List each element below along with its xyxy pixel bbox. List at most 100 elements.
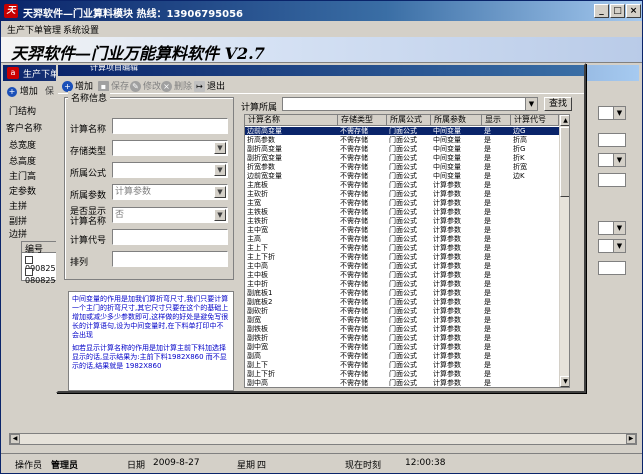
grid-row[interactable]: 副底板1 不需存储 门面公式 计算参数 是 <box>245 289 561 297</box>
grid-cell: 不需存储 <box>340 226 368 234</box>
column-header[interactable]: 存储类型 <box>338 115 387 126</box>
grid-row[interactable]: 主中板 不需存储 门面公式 计算参数 是 <box>245 271 561 279</box>
grid-row[interactable]: 边前高变量 不需存储 门面公式 中间变量 是 边G <box>245 127 561 135</box>
edit-button[interactable]: ✎ 修改 <box>130 79 161 92</box>
dropdown-arrow-icon[interactable]: ▼ <box>525 98 537 110</box>
grid-cell: 门面公式 <box>389 280 417 288</box>
search-button[interactable]: 查找 <box>544 97 572 111</box>
grid-row[interactable]: 副中宽 不需存储 门面公式 计算参数 是 <box>245 343 561 351</box>
exit-button[interactable]: ↦ 退出 <box>194 79 225 92</box>
dropdown-arrow-icon[interactable]: ▼ <box>613 107 625 119</box>
grid-row[interactable]: 主上下折 不需存储 门面公式 计算参数 是 <box>245 253 561 261</box>
child-save-button[interactable]: 保 <box>45 84 54 97</box>
right-field[interactable]: ▼ <box>598 239 626 253</box>
grid-row[interactable]: 主底板 不需存储 门面公式 计算参数 是 <box>245 181 561 189</box>
grid-row[interactable]: 主上下 不需存储 门面公式 计算参数 是 <box>245 244 561 252</box>
dropdown-arrow-icon[interactable]: ▼ <box>214 164 226 176</box>
grid-cell: 是 <box>484 154 491 162</box>
grid-cell <box>511 208 559 216</box>
grid-cell: 是 <box>484 217 491 225</box>
dropdown-arrow-icon[interactable]: ▼ <box>613 240 625 252</box>
menu-production-order[interactable]: 生产下单管理 <box>7 23 61 36</box>
row-checkbox[interactable] <box>25 267 33 276</box>
close-icon[interactable]: × <box>626 4 641 18</box>
calc-code-input[interactable] <box>112 229 228 245</box>
dropdown-arrow-icon[interactable]: ▼ <box>613 222 625 234</box>
formula-select[interactable]: ▼ <box>112 162 228 178</box>
right-field[interactable]: ▼ <box>598 221 626 235</box>
grid-row[interactable]: 主宽 不需存储 门面公式 计算参数 是 <box>245 199 561 207</box>
column-header[interactable]: 所属公式 <box>387 115 431 126</box>
row-checkbox[interactable] <box>25 255 33 264</box>
calc-name-input[interactable] <box>112 118 228 134</box>
storage-type-label: 存储类型 <box>70 147 107 157</box>
grid-cell: 副中高 <box>247 379 268 387</box>
grid-cell: 门面公式 <box>389 289 417 297</box>
grid-row[interactable]: 副高 不需存储 门面公式 计算参数 是 <box>245 352 561 360</box>
right-field[interactable] <box>598 173 626 187</box>
grid-row[interactable]: 边前宽变量 不需存储 门面公式 中间变量 是 边K <box>245 172 561 180</box>
order-table: 编号 090825 080825 <box>21 241 61 285</box>
grid-cell: 不需存储 <box>340 262 368 270</box>
column-header[interactable]: 所属参数 <box>431 115 482 126</box>
grid-row[interactable]: 主铁板 不需存储 门面公式 计算参数 是 <box>245 208 561 216</box>
order-table-header: 编号 <box>22 242 60 255</box>
grid-row[interactable]: 折宽参数 不需存储 门面公式 中间变量 是 折宽 <box>245 163 561 171</box>
dropdown-arrow-icon[interactable]: ▼ <box>613 154 625 166</box>
grid-row[interactable]: 主砍折 不需存储 门面公式 计算参数 是 <box>245 190 561 198</box>
right-field[interactable] <box>598 261 626 275</box>
search-select[interactable]: ▼ <box>282 97 538 111</box>
table-row[interactable]: 080825 <box>25 267 60 285</box>
grid-row[interactable]: 折高参数 不需存储 门面公式 中间变量 是 折高 <box>245 136 561 144</box>
grid-cell: 不需存储 <box>340 352 368 360</box>
grid-cell: 主铁折 <box>247 217 268 225</box>
delete-button[interactable]: × 删除 <box>161 79 192 92</box>
storage-type-select[interactable]: ▼ <box>112 140 228 156</box>
scroll-down-icon[interactable]: ▼ <box>560 376 569 387</box>
show-name-select[interactable]: 否 ▼ <box>112 207 228 223</box>
edit-label: 修改 <box>143 82 162 92</box>
scroll-right-icon[interactable]: ▶ <box>626 434 636 444</box>
right-field[interactable]: ▼ <box>598 106 626 120</box>
scroll-up-icon[interactable]: ▲ <box>560 115 569 126</box>
right-field[interactable]: ▼ <box>598 153 626 167</box>
column-header[interactable]: 显示 <box>482 115 511 126</box>
scroll-left-icon[interactable]: ◀ <box>10 434 20 444</box>
grid-row[interactable]: 副中高 不需存储 门面公式 计算参数 是 <box>245 379 561 387</box>
column-header[interactable]: 计算名称 <box>245 115 338 126</box>
child-add-button[interactable]: + 增加 <box>7 84 38 97</box>
grid-row[interactable]: 副上下 不需存储 门面公式 计算参数 是 <box>245 361 561 369</box>
grid-row[interactable]: 副折高变量 不需存储 门面公式 中间变量 是 折G <box>245 145 561 153</box>
dropdown-arrow-icon[interactable]: ▼ <box>214 142 226 154</box>
horizontal-scrollbar[interactable]: ◀ ▶ <box>9 433 637 445</box>
grid-row[interactable]: 副砍折 不需存储 门面公式 计算参数 是 <box>245 307 561 315</box>
maximize-icon[interactable]: □ <box>610 4 625 18</box>
grid-row[interactable]: 主中高 不需存储 门面公式 计算参数 是 <box>245 262 561 270</box>
minimize-icon[interactable]: _ <box>594 4 609 18</box>
grid-row[interactable]: 副折宽变量 不需存储 门面公式 中间变量 是 折K <box>245 154 561 162</box>
param-select[interactable]: 计算参数 ▼ <box>112 184 228 200</box>
grid-cell: 折G <box>513 145 526 153</box>
column-header[interactable]: 计算代号 <box>511 115 559 126</box>
right-field[interactable] <box>598 133 626 147</box>
dropdown-arrow-icon[interactable]: ▼ <box>214 186 226 198</box>
scroll-thumb[interactable] <box>560 127 569 197</box>
order-input[interactable] <box>112 251 228 267</box>
menu-system-settings[interactable]: 系统设置 <box>63 23 99 36</box>
grid-vertical-scrollbar[interactable]: ▲ ▼ <box>559 115 569 387</box>
grid-row[interactable]: 主高 不需存储 门面公式 计算参数 是 <box>245 235 561 243</box>
grid-row[interactable]: 主中宽 不需存储 门面公式 计算参数 是 <box>245 226 561 234</box>
grid-cell: 副上下折 <box>247 370 275 378</box>
grid-row[interactable]: 副底板2 不需存储 门面公式 计算参数 是 <box>245 298 561 306</box>
status-operator: 管理员 <box>51 461 79 471</box>
grid-cell: 计算参数 <box>433 262 461 270</box>
grid-row[interactable]: 主中折 不需存储 门面公式 计算参数 是 <box>245 280 561 288</box>
grid-row[interactable]: 副宽 不需存储 门面公式 计算参数 是 <box>245 316 561 324</box>
grid-row[interactable]: 副上下折 不需存储 门面公式 计算参数 是 <box>245 370 561 378</box>
grid-row[interactable]: 副铁板 不需存储 门面公式 计算参数 是 <box>245 325 561 333</box>
grid-row[interactable]: 副铁折 不需存储 门面公式 计算参数 是 <box>245 334 561 342</box>
grid-cell: 主中折 <box>247 280 268 288</box>
dropdown-arrow-icon[interactable]: ▼ <box>214 209 226 221</box>
grid-cell <box>511 325 559 333</box>
grid-row[interactable]: 主铁折 不需存储 门面公式 计算参数 是 <box>245 217 561 225</box>
